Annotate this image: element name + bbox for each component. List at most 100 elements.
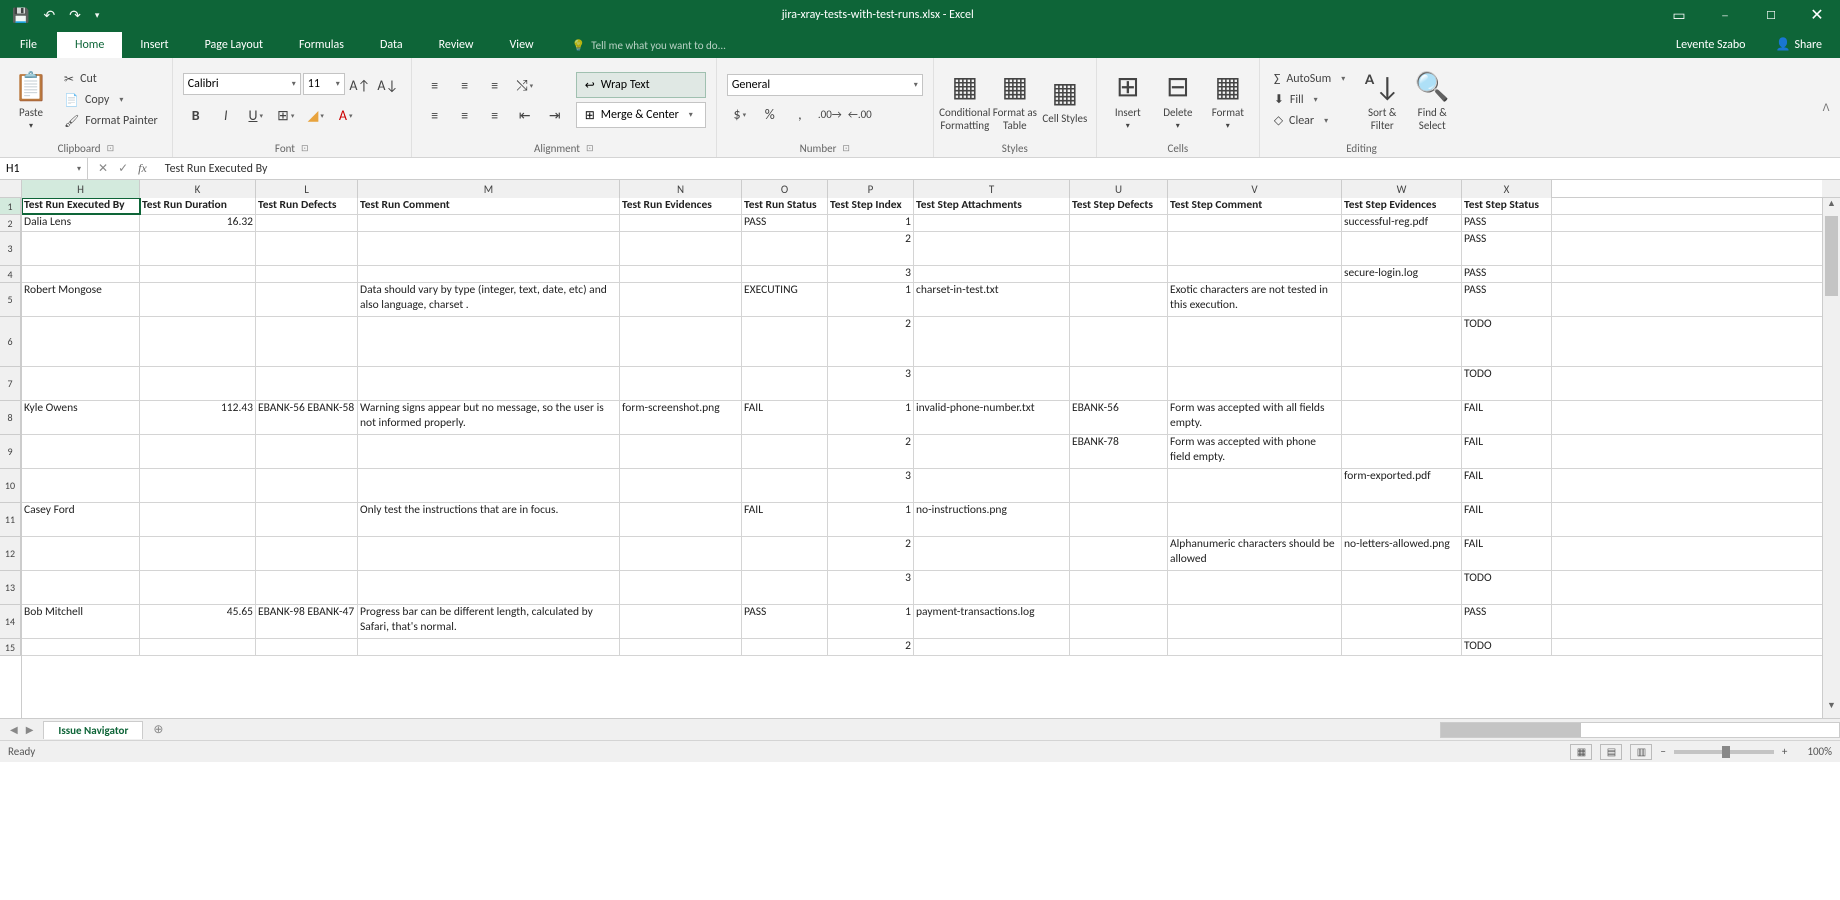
col-header-U[interactable]: U bbox=[1070, 180, 1168, 198]
cell[interactable]: TODO bbox=[1462, 317, 1552, 366]
cell[interactable]: 3 bbox=[828, 367, 914, 400]
cell[interactable]: FAIL bbox=[1462, 469, 1552, 502]
cell[interactable] bbox=[358, 469, 620, 502]
row-header[interactable]: 13 bbox=[0, 571, 21, 605]
cell[interactable] bbox=[1342, 232, 1462, 265]
row-header[interactable]: 3 bbox=[0, 232, 21, 266]
wrap-text-button[interactable]: ↩Wrap Text bbox=[576, 72, 706, 98]
tab-file[interactable]: File bbox=[0, 32, 57, 58]
cell[interactable] bbox=[22, 571, 140, 604]
number-format-combo[interactable]: General▾ bbox=[727, 74, 923, 96]
cell[interactable]: FAIL bbox=[1462, 435, 1552, 468]
col-header-M[interactable]: M bbox=[358, 180, 620, 198]
close-button[interactable]: ✕ bbox=[1794, 0, 1840, 30]
cell[interactable] bbox=[1070, 503, 1168, 536]
col-header-P[interactable]: P bbox=[828, 180, 914, 198]
cell[interactable]: Test Step Comment bbox=[1168, 198, 1342, 214]
cancel-formula-icon[interactable]: ✕ bbox=[98, 161, 108, 176]
cell[interactable] bbox=[1342, 283, 1462, 316]
formula-input[interactable]: Test Run Executed By bbox=[157, 162, 1840, 176]
cell[interactable] bbox=[256, 367, 358, 400]
row-header[interactable]: 1 bbox=[0, 198, 21, 215]
select-all-corner[interactable] bbox=[0, 180, 22, 198]
orientation-icon[interactable]: ⤭ bbox=[512, 73, 538, 97]
cell[interactable]: Progress bar can be different length, ca… bbox=[358, 605, 620, 638]
insert-cells-button[interactable]: ⊞Insert▾ bbox=[1103, 62, 1153, 138]
font-color-button[interactable]: A bbox=[333, 103, 359, 127]
tab-page-layout[interactable]: Page Layout bbox=[187, 32, 281, 58]
cell[interactable] bbox=[742, 266, 828, 282]
cell[interactable] bbox=[1070, 317, 1168, 366]
format-painter-button[interactable]: 🖌Format Painter bbox=[60, 112, 162, 131]
cell[interactable]: form-exported.pdf bbox=[1342, 469, 1462, 502]
cell[interactable] bbox=[140, 317, 256, 366]
cell[interactable] bbox=[742, 317, 828, 366]
cell[interactable]: PASS bbox=[1462, 232, 1552, 265]
cell[interactable] bbox=[1342, 503, 1462, 536]
cell[interactable] bbox=[1168, 503, 1342, 536]
row-header[interactable]: 10 bbox=[0, 469, 21, 503]
zoom-level[interactable]: 100% bbox=[1807, 745, 1832, 758]
row-header[interactable]: 5 bbox=[0, 283, 21, 317]
cell[interactable]: Form was accepted with phone field empty… bbox=[1168, 435, 1342, 468]
row-header[interactable]: 11 bbox=[0, 503, 21, 537]
cell[interactable] bbox=[140, 232, 256, 265]
col-header-X[interactable]: X bbox=[1462, 180, 1552, 198]
alignment-dialog-launcher[interactable]: ⊡ bbox=[586, 143, 594, 154]
cell[interactable]: 2 bbox=[828, 537, 914, 570]
underline-button[interactable]: U bbox=[243, 103, 269, 127]
cell[interactable]: FAIL bbox=[742, 401, 828, 434]
cell[interactable]: 45.65 bbox=[140, 605, 256, 638]
cell[interactable]: Data should vary by type (integer, text,… bbox=[358, 283, 620, 316]
cell[interactable]: Kyle Owens bbox=[22, 401, 140, 434]
cell[interactable] bbox=[22, 639, 140, 655]
row-header[interactable]: 9 bbox=[0, 435, 21, 469]
row-header[interactable]: 6 bbox=[0, 317, 21, 367]
cell[interactable] bbox=[620, 232, 742, 265]
cell[interactable]: EBANK-98 EBANK-47 bbox=[256, 605, 358, 638]
horizontal-scrollbar[interactable] bbox=[1440, 722, 1840, 738]
cell[interactable]: secure-login.log bbox=[1342, 266, 1462, 282]
cell[interactable] bbox=[140, 367, 256, 400]
cell[interactable]: EBANK-78 bbox=[1070, 435, 1168, 468]
tell-me-search[interactable]: 💡 Tell me what you want to do... bbox=[564, 33, 734, 58]
cell[interactable] bbox=[1070, 232, 1168, 265]
cell[interactable]: Test Run Defects bbox=[256, 198, 358, 214]
row-header[interactable]: 12 bbox=[0, 537, 21, 571]
cell[interactable] bbox=[22, 266, 140, 282]
vscroll-thumb[interactable] bbox=[1825, 216, 1838, 296]
cell[interactable] bbox=[914, 469, 1070, 502]
cell[interactable] bbox=[1070, 469, 1168, 502]
cell[interactable]: 1 bbox=[828, 401, 914, 434]
cell[interactable] bbox=[742, 537, 828, 570]
cell[interactable]: no-instructions.png bbox=[914, 503, 1070, 536]
page-break-view-icon[interactable]: ▥ bbox=[1630, 744, 1652, 760]
cell[interactable]: FAIL bbox=[1462, 401, 1552, 434]
cell[interactable] bbox=[1070, 605, 1168, 638]
cell[interactable] bbox=[358, 571, 620, 604]
enter-formula-icon[interactable]: ✓ bbox=[118, 161, 128, 176]
cell[interactable] bbox=[1168, 469, 1342, 502]
cell[interactable] bbox=[1342, 317, 1462, 366]
cell[interactable]: Test Run Status bbox=[742, 198, 828, 214]
cell[interactable] bbox=[256, 435, 358, 468]
cell[interactable] bbox=[1342, 605, 1462, 638]
align-left-icon[interactable]: ≡ bbox=[422, 103, 448, 127]
cell[interactable] bbox=[358, 537, 620, 570]
collapse-ribbon-icon[interactable]: ᐱ bbox=[1812, 58, 1840, 157]
cell[interactable] bbox=[358, 215, 620, 231]
cell[interactable]: Bob Mitchell bbox=[22, 605, 140, 638]
tab-formulas[interactable]: Formulas bbox=[281, 32, 362, 58]
cell[interactable]: Exotic characters are not tested in this… bbox=[1168, 283, 1342, 316]
cell[interactable] bbox=[742, 469, 828, 502]
cell[interactable] bbox=[620, 283, 742, 316]
cell[interactable]: FAIL bbox=[1462, 537, 1552, 570]
cell[interactable] bbox=[742, 367, 828, 400]
cell[interactable]: PASS bbox=[1462, 266, 1552, 282]
cell-styles-button[interactable]: ▦Cell Styles bbox=[1040, 62, 1090, 138]
align-middle-icon[interactable]: ≡ bbox=[452, 73, 478, 97]
cell[interactable] bbox=[140, 435, 256, 468]
cell[interactable] bbox=[358, 435, 620, 468]
save-icon[interactable]: 💾 bbox=[12, 7, 29, 24]
row-header[interactable]: 8 bbox=[0, 401, 21, 435]
